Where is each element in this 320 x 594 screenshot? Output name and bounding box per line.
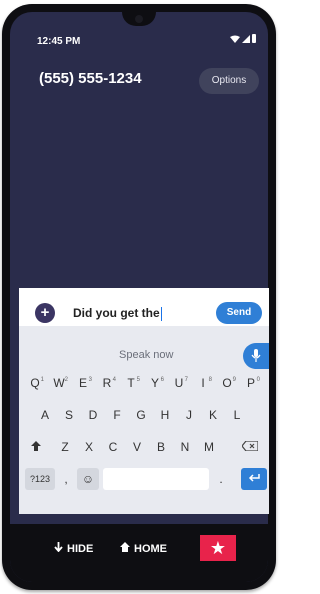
key-q[interactable]: Q1 (25, 372, 45, 394)
status-bar: 12:45 PM (10, 12, 268, 47)
key-e[interactable]: E3 (73, 372, 93, 394)
hide-keyboard-button[interactable]: HIDE (54, 542, 93, 555)
signal-icon (242, 34, 250, 43)
onscreen-keyboard: Speak now Q1W2E3R4T5Y6U7I8O9P0 ASDFGHJKL… (19, 326, 269, 514)
key-hint: 1 (40, 377, 44, 383)
status-icons (230, 34, 256, 43)
key-o[interactable]: O9 (217, 372, 237, 394)
key-label: Y (150, 376, 159, 390)
key-hint: 9 (232, 377, 236, 383)
key-a[interactable]: A (35, 404, 55, 426)
keyboard-row-3: ZXCVBNM (19, 436, 269, 460)
emoji-key[interactable]: ☺ (77, 468, 99, 490)
key-k[interactable]: K (203, 404, 223, 426)
key-t[interactable]: T5 (121, 372, 141, 394)
battery-icon (252, 34, 256, 43)
voice-input-strip: Speak now (19, 339, 269, 369)
key-i[interactable]: I8 (193, 372, 213, 394)
symbols-key[interactable]: ?123 (25, 468, 55, 490)
message-input[interactable]: Did you get the (73, 306, 162, 321)
key-label: T (127, 376, 135, 390)
key-hint: 7 (184, 377, 188, 383)
key-label: P (246, 376, 255, 390)
arrow-down-icon (54, 542, 63, 555)
status-time: 12:45 PM (37, 36, 81, 47)
message-input-text: Did you get the (73, 306, 160, 320)
bottom-navigation: HIDE HOME ★ (10, 524, 268, 582)
space-key[interactable] (103, 468, 209, 490)
emoji-icon: ☺ (81, 472, 95, 486)
key-g[interactable]: G (131, 404, 151, 426)
key-label: Q (30, 376, 40, 390)
key-r[interactable]: R4 (97, 372, 117, 394)
hide-label: HIDE (67, 542, 94, 555)
key-hint: 3 (88, 377, 92, 383)
key-label: E (78, 376, 87, 390)
options-button[interactable]: Options (199, 68, 259, 94)
key-label: R (102, 376, 112, 390)
text-cursor (160, 306, 162, 321)
keyboard-row-1: Q1W2E3R4T5Y6U7I8O9P0 (19, 372, 269, 396)
key-f[interactable]: F (107, 404, 127, 426)
home-button[interactable]: HOME (120, 542, 167, 555)
key-label: I (201, 376, 205, 390)
home-label: HOME (134, 542, 167, 555)
keyboard-row-2: ASDFGHJKL (19, 404, 269, 428)
key-p[interactable]: P0 (241, 372, 261, 394)
key-d[interactable]: D (83, 404, 103, 426)
key-hint: 8 (208, 377, 212, 383)
star-icon: ★ (209, 538, 227, 558)
key-c[interactable]: C (103, 436, 123, 458)
key-y[interactable]: Y6 (145, 372, 165, 394)
contact-phone-number: (555) 555-1234 (39, 70, 142, 87)
key-label: U (174, 376, 184, 390)
key-s[interactable]: S (59, 404, 79, 426)
key-hint: 6 (160, 377, 164, 383)
message-compose-bar: + Did you get the Send (19, 288, 269, 326)
key-hint: 2 (64, 377, 68, 383)
shift-icon (31, 440, 41, 454)
speak-now-label: Speak now (119, 349, 174, 361)
key-z[interactable]: Z (55, 436, 75, 458)
key-n[interactable]: N (175, 436, 195, 458)
key-l[interactable]: L (227, 404, 247, 426)
key-b[interactable]: B (151, 436, 171, 458)
key-hint: 5 (136, 377, 140, 383)
star-button[interactable]: ★ (200, 535, 236, 561)
wifi-icon (230, 35, 240, 43)
period-key[interactable]: . (213, 468, 229, 490)
key-j[interactable]: J (179, 404, 199, 426)
key-label: W (53, 376, 65, 390)
enter-key[interactable] (241, 468, 267, 490)
backspace-key[interactable] (237, 436, 263, 458)
home-icon (120, 542, 130, 555)
key-u[interactable]: U7 (169, 372, 189, 394)
backspace-icon (241, 440, 259, 454)
key-h[interactable]: H (155, 404, 175, 426)
enter-icon (248, 472, 260, 486)
key-hint: 4 (112, 377, 116, 383)
key-m[interactable]: M (199, 436, 219, 458)
key-v[interactable]: V (127, 436, 147, 458)
shift-key[interactable] (25, 436, 47, 458)
key-w[interactable]: W2 (49, 372, 69, 394)
key-x[interactable]: X (79, 436, 99, 458)
mic-button[interactable] (243, 343, 269, 369)
add-attachment-button[interactable]: + (35, 303, 55, 323)
keyboard-row-4: ?123 , ☺ . (19, 468, 269, 492)
send-button[interactable]: Send (216, 302, 262, 324)
comma-key[interactable]: , (59, 468, 73, 490)
key-hint: 0 (256, 377, 260, 383)
key-label: O (222, 376, 232, 390)
